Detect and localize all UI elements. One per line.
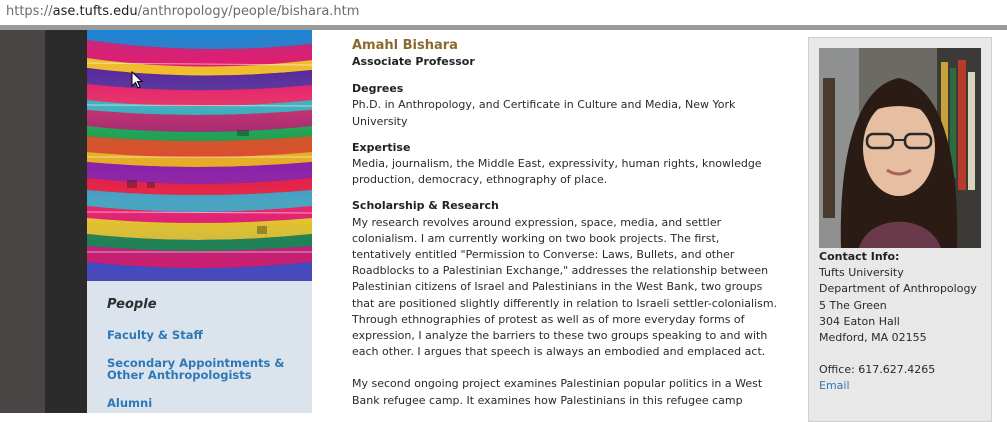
expertise-section: Expertise Media, journalism, the Middle … bbox=[352, 140, 782, 189]
contact-line: 5 The Green bbox=[819, 298, 887, 312]
contact-line: Tufts University bbox=[819, 266, 904, 280]
nav-section-title: People bbox=[107, 297, 157, 312]
email-link[interactable]: Email bbox=[819, 378, 989, 394]
contact-line: Medford, MA 02155 bbox=[819, 331, 927, 345]
contact-heading: Contact Info: bbox=[819, 250, 900, 263]
nav-link-faculty-staff[interactable]: Faculty & Staff bbox=[107, 329, 302, 341]
contact-sidebar: Contact Info: Tufts University Departmen… bbox=[808, 37, 992, 422]
left-gutter-dark bbox=[45, 30, 87, 413]
url-text[interactable]: https://ase.tufts.edu/anthropology/peopl… bbox=[6, 4, 359, 19]
research-section: Scholarship & Research My research revol… bbox=[352, 198, 782, 360]
expertise-text: Media, journalism, the Middle East, expr… bbox=[352, 157, 762, 187]
faculty-name: Amahl Bishara bbox=[352, 38, 458, 53]
left-gutter bbox=[0, 30, 45, 413]
contact-info: Contact Info: Tufts University Departmen… bbox=[819, 249, 989, 395]
research-paragraph-2: My second ongoing project examines Pales… bbox=[352, 377, 763, 407]
research-text: My research revolves around expression, … bbox=[352, 215, 778, 359]
degrees-heading: Degrees bbox=[352, 82, 404, 96]
nav-link-alumni[interactable]: Alumni bbox=[107, 397, 302, 409]
research-heading: Scholarship & Research bbox=[352, 199, 499, 213]
mouse-pointer-icon bbox=[131, 71, 143, 89]
office-phone: Office: 617.627.4265 bbox=[819, 363, 936, 377]
address-bar[interactable]: https://ase.tufts.edu/anthropology/peopl… bbox=[0, 0, 1007, 26]
url-scheme: https:// bbox=[6, 4, 53, 19]
textile-banner-image bbox=[87, 30, 312, 281]
degrees-section: Degrees Ph.D. in Anthropology, and Certi… bbox=[352, 81, 782, 130]
profile-content: Amahl Bishara Associate Professor Degree… bbox=[352, 38, 782, 409]
degrees-text: Ph.D. in Anthropology, and Certificate i… bbox=[352, 98, 736, 128]
nav-link-secondary-appointments[interactable]: Secondary Appointments & Other Anthropol… bbox=[107, 357, 302, 381]
sidebar-nav: People Faculty & Staff Secondary Appoint… bbox=[87, 281, 312, 413]
faculty-rank: Associate Professor bbox=[352, 55, 475, 68]
url-path: /anthropology/people/bishara.htm bbox=[137, 4, 360, 19]
url-host: ase.tufts.edu bbox=[52, 4, 138, 19]
contact-line: 304 Eaton Hall bbox=[819, 314, 900, 328]
expertise-heading: Expertise bbox=[352, 140, 411, 154]
faculty-portrait bbox=[819, 48, 981, 248]
contact-line: Department of Anthropology bbox=[819, 282, 977, 296]
